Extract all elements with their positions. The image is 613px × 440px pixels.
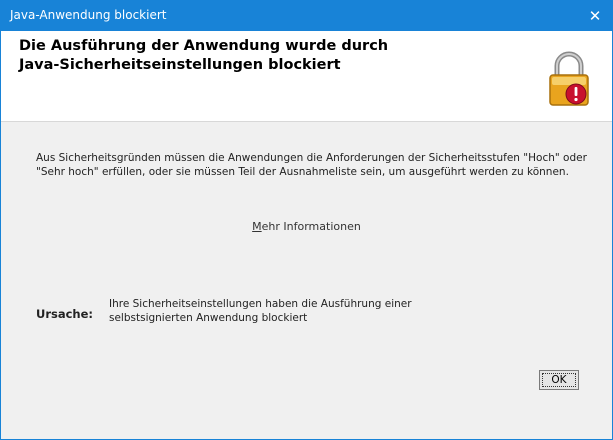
ok-button[interactable]: OK — [539, 370, 579, 390]
close-button[interactable]: ✕ — [578, 1, 612, 31]
cause-label: Ursache: — [36, 307, 94, 321]
more-info-link[interactable]: Mehr Informationen — [1, 220, 612, 233]
header-title-line-1: Die Ausführung der Anwendung wurde durch — [19, 38, 389, 54]
dialog-window: Java-Anwendung blockiert ✕ Die Ausführun… — [0, 0, 613, 440]
header-title: Die Ausführung der Anwendung wurde durch… — [19, 37, 499, 75]
title-bar[interactable]: Java-Anwendung blockiert ✕ — [1, 1, 612, 31]
blocked-message: Aus Sicherheitsgründen müssen die Anwend… — [36, 152, 587, 178]
more-info-accesskey: M — [252, 220, 262, 233]
header-title-line-2: Java-Sicherheitseinstellungen blockiert — [19, 57, 341, 73]
more-info-text: ehr Informationen — [261, 220, 361, 233]
cause-text: Ihre Sicherheitseinstellungen haben die … — [109, 298, 412, 324]
window-title: Java-Anwendung blockiert — [10, 8, 167, 22]
lock-warning-icon — [549, 51, 589, 106]
